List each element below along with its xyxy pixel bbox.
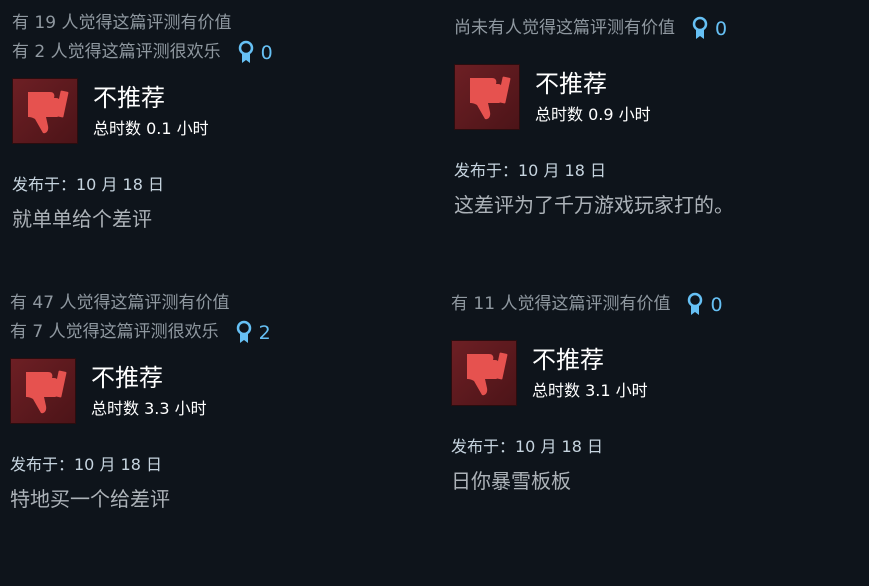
verdict-title: 不推荐 xyxy=(91,364,163,392)
award-count: 0 xyxy=(715,17,728,40)
playtime-text: 总时数 0.1 小时 xyxy=(93,119,209,138)
verdict-title: 不推荐 xyxy=(93,84,165,112)
review-verdict: 不推荐 总时数 0.9 小时 xyxy=(454,64,854,130)
posted-date: 发布于：10 月 18 日 xyxy=(12,175,164,194)
award-count: 0 xyxy=(260,41,273,64)
award-button[interactable]: 2 xyxy=(235,320,271,346)
award-ribbon-icon xyxy=(236,320,251,343)
review-card-3: 有 47 人觉得这篇评测有价值 有 7 人觉得这篇评测很欢乐 2 不推荐 总时数… xyxy=(10,289,410,513)
award-button[interactable]: 0 xyxy=(691,16,727,42)
thumbs-down-icon xyxy=(470,76,511,120)
funny-count-text: 有 2 人觉得这篇评测很欢乐 xyxy=(12,42,221,62)
award-count: 0 xyxy=(710,293,723,316)
playtime-text: 总时数 3.1 小时 xyxy=(532,381,648,400)
review-card-4: 有 11 人觉得这篇评测有价值 0 不推荐 总时数 3.1 小时 发布于：10 … xyxy=(451,290,851,495)
helpful-count-text: 有 11 人觉得这篇评测有价值 xyxy=(451,294,671,314)
thumbs-down-icon xyxy=(28,90,69,134)
playtime-text: 总时数 3.3 小时 xyxy=(91,399,207,418)
posted-date: 发布于：10 月 18 日 xyxy=(10,455,162,474)
helpful-count-text: 有 19 人觉得这篇评测有价值 xyxy=(12,13,232,33)
helpful-count-text: 尚未有人觉得这篇评测有价值 xyxy=(454,18,675,38)
verdict-title: 不推荐 xyxy=(532,346,604,374)
award-ribbon-icon xyxy=(688,292,703,315)
thumb-box[interactable] xyxy=(12,78,78,144)
review-verdict: 不推荐 总时数 3.1 小时 xyxy=(451,340,851,406)
review-verdict: 不推荐 总时数 0.1 小时 xyxy=(12,78,412,144)
playtime-text: 总时数 0.9 小时 xyxy=(535,105,651,124)
award-button[interactable]: 0 xyxy=(686,292,723,318)
review-card-2: 尚未有人觉得这篇评测有价值 0 不推荐 总时数 0.9 小时 发布于：10 月 … xyxy=(454,14,854,219)
reviews-page: 有 19 人觉得这篇评测有价值 有 2 人觉得这篇评测很欢乐 0 不推荐 总时数… xyxy=(0,0,869,586)
posted-date: 发布于：10 月 18 日 xyxy=(454,161,606,180)
award-ribbon-icon xyxy=(692,16,708,39)
review-card-1: 有 19 人觉得这篇评测有价值 有 2 人觉得这篇评测很欢乐 0 不推荐 总时数… xyxy=(12,9,412,233)
thumb-box[interactable] xyxy=(10,358,76,424)
review-text: 日你暴雪板板 xyxy=(451,469,571,493)
review-verdict: 不推荐 总时数 3.3 小时 xyxy=(10,358,410,424)
review-text: 特地买一个给差评 xyxy=(10,487,170,511)
award-count: 2 xyxy=(258,321,271,344)
verdict-title: 不推荐 xyxy=(535,70,607,98)
funny-count-text: 有 7 人觉得这篇评测很欢乐 xyxy=(10,322,219,342)
thumb-box[interactable] xyxy=(454,64,520,130)
review-text: 就单单给个差评 xyxy=(12,207,152,231)
thumbs-down-icon xyxy=(467,352,508,396)
thumbs-down-icon xyxy=(26,370,67,414)
review-text: 这差评为了千万游戏玩家打的。 xyxy=(454,193,734,217)
award-button[interactable]: 0 xyxy=(237,40,273,66)
thumb-box[interactable] xyxy=(451,340,517,406)
posted-date: 发布于：10 月 18 日 xyxy=(451,437,603,456)
helpful-count-text: 有 47 人觉得这篇评测有价值 xyxy=(10,293,230,313)
award-ribbon-icon xyxy=(238,40,253,63)
